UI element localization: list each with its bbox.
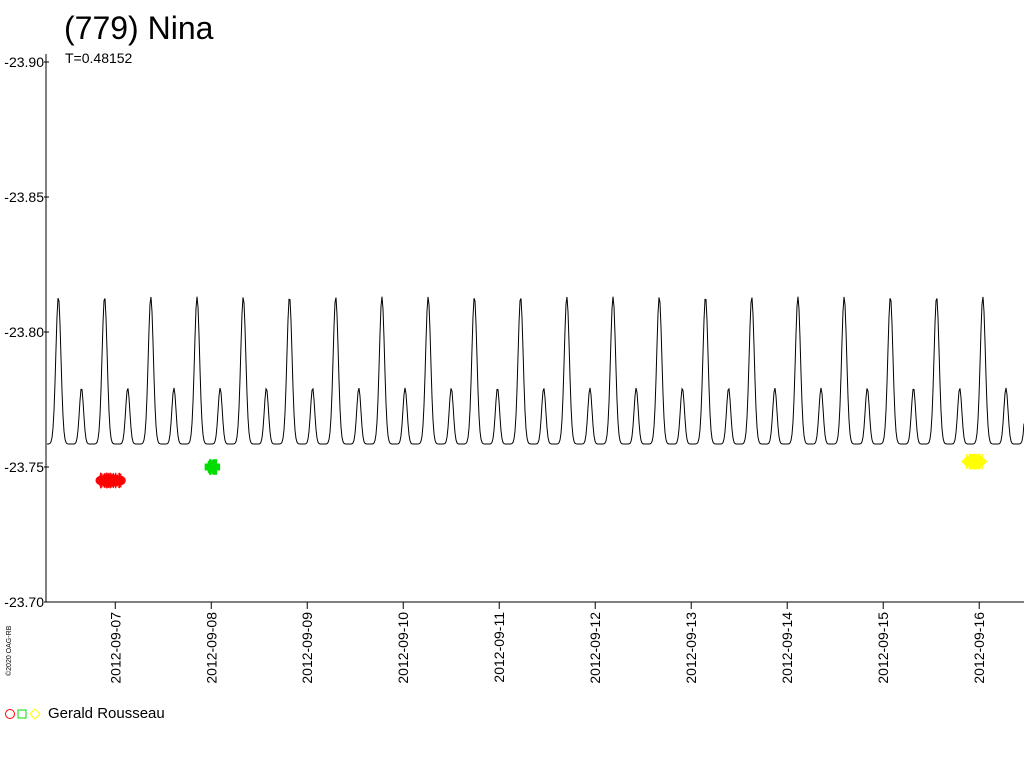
chart-title: (779) Nina [64, 10, 214, 46]
observation-points [95, 453, 988, 489]
y-tick-label: -23.70 [4, 594, 44, 610]
series-circle [95, 472, 126, 489]
legend: Gerald Rousseau [4, 703, 165, 725]
y-tick-label: -23.90 [4, 54, 44, 70]
lightcurve-plot: -23.90 -23.85 -23.80 -23.75 -23.70 2012-09-0… [4, 54, 1024, 684]
x-tick-label: 2012-09-15 [875, 612, 891, 684]
legend-square-marker [17, 709, 27, 719]
x-tick-label: 2012-09-08 [203, 612, 219, 684]
copyright-credit: ©2020 OAG-RB [6, 625, 13, 676]
y-axis: -23.90 -23.85 -23.80 -23.75 -23.70 [4, 54, 1024, 610]
series-diamond [961, 453, 988, 470]
series-square [204, 459, 221, 475]
x-tick-label: 2012-09-11 [491, 612, 507, 683]
model-curve [46, 296, 1024, 445]
x-tick-label: 2012-09-13 [683, 612, 699, 684]
x-tick-label: 2012-09-14 [779, 612, 795, 684]
x-tick-label: 2012-09-09 [299, 612, 315, 684]
legend-markers [4, 707, 44, 721]
chart-subtitle: T=0.48152 [65, 50, 133, 66]
y-tick-label: -23.75 [4, 459, 44, 475]
model-curve-line [46, 296, 1024, 445]
x-tick-label: 2012-09-16 [971, 612, 987, 684]
x-tick-label: 2012-09-07 [107, 612, 123, 684]
y-tick-label: -23.85 [4, 189, 44, 205]
legend-circle-marker [5, 709, 15, 719]
x-axis: 2012-09-07 2012-09-08 2012-09-09 2012-09-10… [107, 602, 987, 684]
y-tick-label: -23.80 [4, 324, 44, 340]
x-tick-label: 2012-09-12 [587, 612, 603, 684]
legend-diamond-marker [29, 708, 41, 720]
legend-label: Gerald Rousseau [48, 705, 165, 722]
x-tick-label: 2012-09-10 [395, 612, 411, 684]
